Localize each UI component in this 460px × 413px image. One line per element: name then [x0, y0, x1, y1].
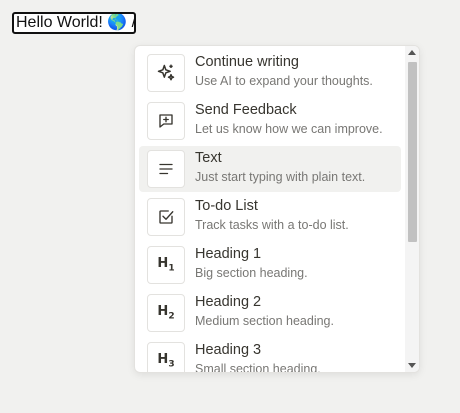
heading-2-icon: H2 [147, 294, 185, 332]
command-item-heading-1[interactable]: H1 Heading 1 Big section heading. [139, 242, 401, 288]
heading-3-icon: H3 [147, 342, 185, 372]
sparkles-icon [147, 54, 185, 92]
command-item-text[interactable]: Text Just start typing with plain text. [139, 146, 401, 192]
command-item-continue-writing[interactable]: Continue writing Use AI to expand your t… [139, 50, 401, 96]
command-title: Heading 1 [195, 246, 262, 262]
heading-1-icon: H1 [147, 246, 185, 284]
scroll-up-arrow-icon[interactable] [408, 50, 416, 55]
command-description: Medium section heading. [195, 314, 334, 328]
command-description: Just start typing with plain text. [195, 170, 366, 184]
command-item-heading-3[interactable]: H3 Heading 3 Small section heading. [139, 338, 401, 372]
command-title: Send Feedback [195, 102, 297, 118]
text-lines-icon [147, 150, 185, 188]
command-item-send-feedback[interactable]: Send Feedback Let us know how we can imp… [139, 98, 401, 144]
command-description: Track tasks with a to-do list. [195, 218, 349, 232]
command-description: Let us know how we can improve. [195, 122, 383, 136]
command-list: Continue writing Use AI to expand your t… [135, 46, 405, 372]
command-title: Continue writing [195, 54, 299, 70]
command-description: Small section heading. [195, 362, 321, 372]
slash-command-menu: Continue writing Use AI to expand your t… [134, 45, 420, 373]
scrollbar-thumb[interactable] [408, 62, 417, 242]
checkbox-icon [147, 198, 185, 236]
command-title: Heading 2 [195, 294, 262, 310]
command-item-heading-2[interactable]: H2 Heading 2 Medium section heading. [139, 290, 401, 336]
command-title: Heading 3 [195, 342, 262, 358]
command-item-todo-list[interactable]: To-do List Track tasks with a to-do list… [139, 194, 401, 240]
command-title: Text [195, 150, 222, 166]
editor-input[interactable]: Hello World! 🌎 / [12, 12, 136, 34]
scrollbar[interactable] [405, 46, 419, 372]
command-description: Use AI to expand your thoughts. [195, 74, 373, 88]
command-title: To-do List [195, 198, 258, 214]
command-description: Big section heading. [195, 266, 308, 280]
scroll-down-arrow-icon[interactable] [408, 363, 416, 368]
message-square-plus-icon [147, 102, 185, 140]
